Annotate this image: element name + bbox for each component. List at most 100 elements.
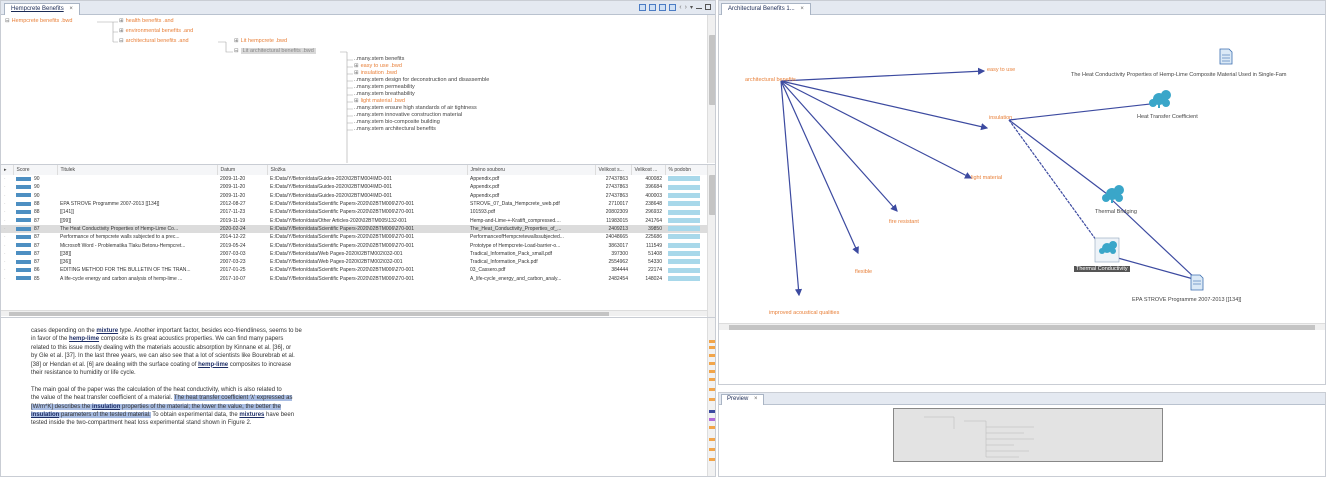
column-header[interactable]: % podobn xyxy=(665,165,708,175)
tab-architectural-benefits[interactable]: Architectural Benefits 1... × xyxy=(721,3,811,15)
expand-icon[interactable] xyxy=(659,4,667,11)
close-icon[interactable]: × xyxy=(800,6,804,12)
graph-node-heat-transfer-coefficient[interactable]: Heat Transfer Coefficient xyxy=(1137,114,1198,120)
tree-leaf[interactable]: ..many.stem design for deconstruction an… xyxy=(354,77,489,84)
table-row[interactable]: · 87 Microsoft Word - Problematika Tlaku B… xyxy=(1,241,707,249)
hit-marker[interactable] xyxy=(709,362,715,365)
tree-leaf[interactable]: ..many.stem innovative construction mate… xyxy=(354,112,462,119)
column-header[interactable]: Složka xyxy=(267,165,468,175)
expand-icon[interactable]: ⊟ xyxy=(5,18,10,24)
table-row[interactable]: · 87 [[99]] 2019-11-19 E:/Data/Y/Beton/data/… xyxy=(1,216,707,224)
graph-node-easy-to-use[interactable]: easy to use xyxy=(987,67,1015,73)
tree-scrollbar[interactable] xyxy=(707,15,715,163)
tree-leaf[interactable]: ..many.stem breathability xyxy=(354,91,415,98)
hit-marker[interactable] xyxy=(709,340,715,343)
chevron-right-icon[interactable]: › xyxy=(685,4,687,13)
tree-node-lit-architectural[interactable]: ⊟ Lit architectural benefits .bwd xyxy=(234,48,316,55)
close-icon[interactable]: × xyxy=(69,6,73,12)
column-header[interactable]: Velikost s... xyxy=(595,165,632,175)
table-row[interactable]: · 87 [[38]] 2007-03-03 E:/Data/Y/Beton/data/… xyxy=(1,250,707,258)
tab-hempcrete-benefits[interactable]: Hempcrete Benefits × xyxy=(4,3,80,15)
graph-node-improved-acoustical-qualities[interactable]: improved acoustical qualities xyxy=(769,310,839,316)
column-header[interactable]: Jméno souboru xyxy=(467,165,596,175)
keyword-hit[interactable]: hemp-lime xyxy=(198,362,228,368)
cloud-node-icon-selected[interactable] xyxy=(1094,237,1120,263)
keyword-hit[interactable]: insulation xyxy=(31,412,60,419)
hit-marker[interactable] xyxy=(709,426,715,429)
expand-icon[interactable]: ⊞ xyxy=(354,70,359,76)
hit-marker[interactable] xyxy=(709,448,715,451)
keyword-hit[interactable]: mixture xyxy=(96,328,118,334)
hit-marker[interactable] xyxy=(709,346,715,349)
graph-node-document-epa[interactable]: EPA STROVE Programme 2007-2013 [[134]] xyxy=(1132,297,1241,303)
column-header[interactable]: Score xyxy=(13,165,58,175)
tree-node-light-material[interactable]: ⊞ light material .bwd xyxy=(354,98,405,105)
keyword-hit[interactable]: insulation xyxy=(92,403,121,410)
expand-icon[interactable]: ⊞ xyxy=(119,28,124,34)
column-header[interactable]: Titulek xyxy=(57,165,218,175)
cloud-node-icon[interactable] xyxy=(1102,185,1124,203)
graph-node-light-material[interactable]: light material xyxy=(971,175,1002,181)
table-row[interactable]: · 90 2009-11-20 E:/Data/Y/Beton/data/Guides… xyxy=(1,175,707,183)
maximize-icon[interactable] xyxy=(705,4,711,10)
tree-leaf[interactable]: ..many.stem bio-composite building xyxy=(354,119,440,126)
hit-marker[interactable] xyxy=(709,388,715,391)
graph-node-insulation[interactable]: insulation xyxy=(989,115,1012,121)
document-node-icon[interactable] xyxy=(1219,48,1233,65)
hit-marker[interactable] xyxy=(709,410,715,413)
hit-marker[interactable] xyxy=(709,378,715,381)
table-row[interactable]: · 87 [[36]] 2007-03-23 E:/Data/Y/Beton/data/… xyxy=(1,258,707,266)
scrollbar-thumb[interactable] xyxy=(709,35,715,105)
graph-node-thermal-bridging[interactable]: Thermal Bridging xyxy=(1095,209,1137,215)
hit-marker[interactable] xyxy=(709,418,715,421)
hit-marker[interactable] xyxy=(709,458,715,461)
graph-node-document-heat-conductivity[interactable]: The Heat Conductivity Properties of Hemp… xyxy=(1071,72,1287,78)
hit-marker[interactable] xyxy=(709,438,715,441)
tree-leaf[interactable]: ..many.stem permeability xyxy=(354,84,415,91)
cloud-node-icon[interactable] xyxy=(1149,90,1171,108)
collapse-icon[interactable] xyxy=(669,4,677,11)
minimize-icon[interactable] xyxy=(696,8,702,9)
tree-leaf[interactable]: ..many.stem architectural benefits xyxy=(354,126,436,133)
close-icon[interactable]: × xyxy=(754,396,758,402)
table-scrollbar[interactable] xyxy=(707,165,715,317)
column-header[interactable]: Datum xyxy=(217,165,268,175)
menu-icon[interactable]: ▾ xyxy=(690,4,693,13)
chevron-left-icon[interactable]: ‹ xyxy=(679,4,681,13)
layout-icon[interactable] xyxy=(639,4,647,11)
table-row[interactable]: · 90 2009-11-20 E:/Data/Y/Beton/data/Guides… xyxy=(1,183,707,191)
tree-node-health[interactable]: ⊞ health benefits .and xyxy=(119,18,174,25)
hit-marker[interactable] xyxy=(709,398,715,401)
graph-node-flexible[interactable]: flexible xyxy=(855,269,872,275)
table-hscrollbar[interactable] xyxy=(1,310,707,316)
column-header[interactable]: Velikost ... xyxy=(631,165,666,175)
tree-node-insulation[interactable]: ⊞ insulation .bwd xyxy=(354,70,397,77)
keyword-hit[interactable]: mixtures xyxy=(239,412,264,418)
table-row[interactable]: · 87 Performance of hempcrete walls subjec… xyxy=(1,233,707,241)
filter-icon[interactable] xyxy=(649,4,657,11)
expand-icon[interactable]: ⊞ xyxy=(119,18,124,24)
scrollbar-thumb[interactable] xyxy=(709,175,715,215)
expand-icon[interactable]: ⊞ xyxy=(354,63,359,69)
tree-root[interactable]: ⊟ Hempcrete benefits .bwd xyxy=(5,18,72,25)
graph-node-thermal-conductivity[interactable]: Thermal Conductivity xyxy=(1074,266,1130,272)
expand-icon[interactable]: ⊟ xyxy=(234,48,239,54)
tree-node-lit-hempcrete[interactable]: ⊞ Lit hempcrete .bwd xyxy=(234,38,287,45)
tree-node-architectural[interactable]: ⊟ architectural benefits .and xyxy=(119,38,189,45)
tab-preview[interactable]: Preview × xyxy=(721,394,764,405)
graph-node-architectural-benefits[interactable]: architectural benefits xyxy=(745,77,796,83)
table-row[interactable]: · 88 EPA STROVE Programme 2007-2013 [[134]… xyxy=(1,200,707,208)
scrollbar-thumb[interactable] xyxy=(9,312,609,316)
graph-hscrollbar[interactable] xyxy=(719,323,1325,330)
table-row[interactable]: · 88 [[141]] 2017-11-23 E:/Data/Y/Beton/data… xyxy=(1,208,707,216)
document-node-icon[interactable] xyxy=(1190,274,1204,291)
tree-leaf[interactable]: ..many.stem benefits xyxy=(354,56,404,63)
table-row[interactable]: · 86 EDITING METHOD FOR THE BULLETIN OF TH… xyxy=(1,266,707,274)
graph-node-fire-resistant[interactable]: fire resistant xyxy=(889,219,919,225)
keyword-hit[interactable]: hemp-lime xyxy=(69,336,99,342)
expand-icon[interactable]: ⊟ xyxy=(119,38,124,44)
tree-node-environmental[interactable]: ⊞ environmental benefits .and xyxy=(119,28,193,35)
hit-marker[interactable] xyxy=(709,354,715,357)
tree-leaf[interactable]: ..many.stem ensure high standards of air… xyxy=(354,105,477,112)
column-header-expand[interactable]: ▸ xyxy=(1,165,14,175)
